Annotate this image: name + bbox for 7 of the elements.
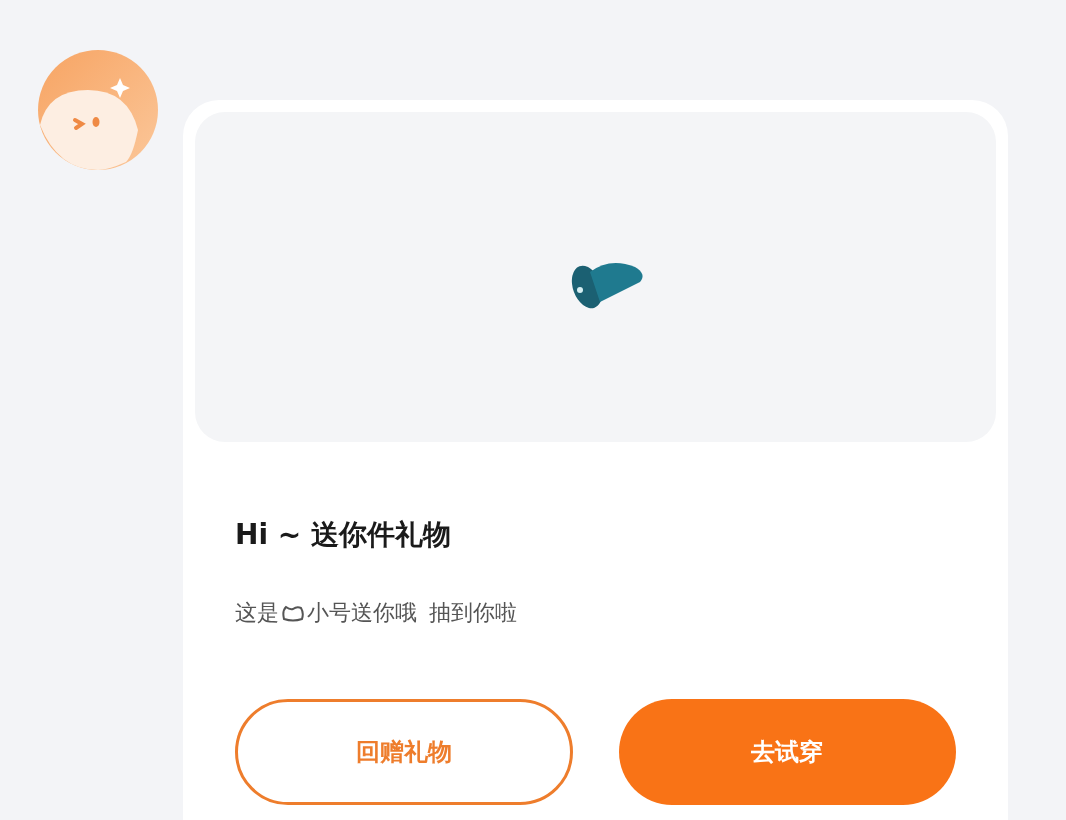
avatar-icon xyxy=(38,50,158,170)
gift-message: 小号送你哦 xyxy=(307,599,417,627)
gift-message: 抽到你啦 xyxy=(429,599,517,627)
gift-message: 这是 xyxy=(235,599,279,627)
gift-title: Hi ~ 送你件礼物 xyxy=(235,517,452,553)
try-on-button[interactable]: 去试穿 xyxy=(618,699,956,805)
return-gift-button[interactable]: 回赠礼物 xyxy=(235,699,573,805)
